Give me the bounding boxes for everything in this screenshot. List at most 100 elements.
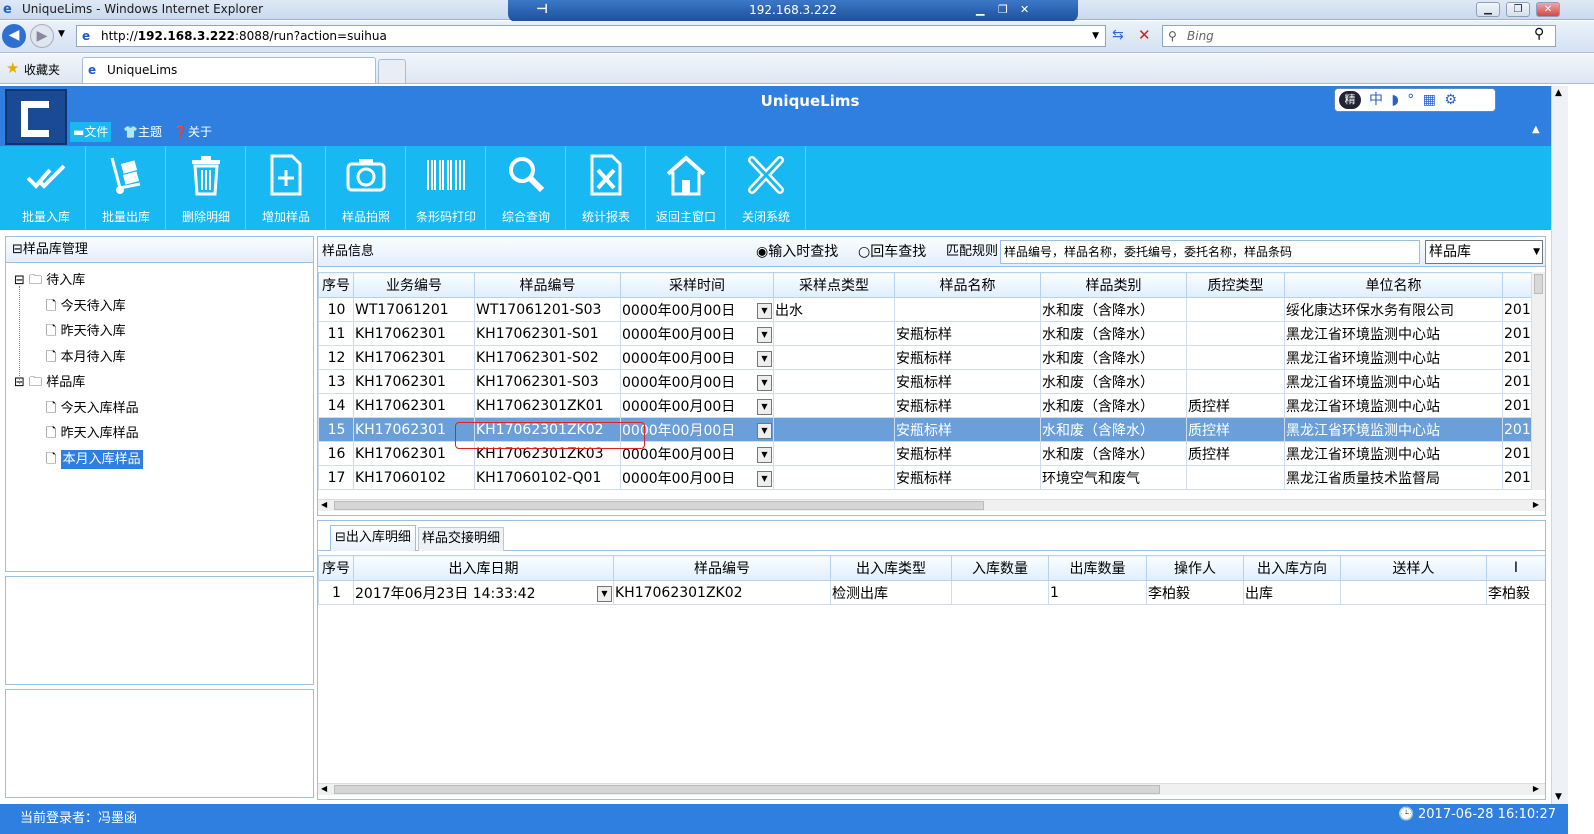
- hscroll-thumb[interactable]: [334, 501, 984, 510]
- detail-col-header[interactable]: 序号: [318, 555, 354, 581]
- scroll-right-icon[interactable]: ▶: [1533, 784, 1539, 793]
- url-field[interactable]: e http://192.168.3.222:8088/run?action=s…: [76, 25, 1106, 47]
- detail-col-header[interactable]: 送样人: [1340, 555, 1487, 581]
- tree-item-month-pending[interactable]: 🗋 本月待入库: [46, 347, 126, 369]
- menu-theme[interactable]: 👕主题: [120, 122, 165, 142]
- tree-item-yesterday-in[interactable]: 🗋 昨天入库样品: [46, 423, 139, 445]
- batch-out-button[interactable]: 批量出库: [86, 146, 166, 230]
- sample-col-header[interactable]: 样品编号: [474, 272, 621, 298]
- file-icon: 🗋: [46, 401, 57, 416]
- sample-col-header[interactable]: 采样点类型: [773, 272, 895, 298]
- match-rule-input[interactable]: 样品编号，样品名称，委托编号，委托名称，样品条码: [1000, 240, 1420, 264]
- barcode-print-button[interactable]: 条形码打印: [406, 146, 486, 230]
- detail-col-header[interactable]: 样品编号: [613, 555, 831, 581]
- radio-enter-search[interactable]: ○回车查找: [858, 237, 926, 267]
- tree-label: 样品库: [46, 375, 86, 390]
- date-dropdown-icon[interactable]: ▼: [757, 374, 772, 391]
- detail-col-header[interactable]: 出库数量: [1048, 555, 1147, 581]
- search-go-icon[interactable]: ⚲: [1534, 26, 1544, 42]
- detail-col-header[interactable]: 出入库日期: [353, 555, 614, 581]
- query-button[interactable]: 综合查询: [486, 146, 566, 230]
- date-dropdown-icon[interactable]: ▼: [757, 470, 772, 487]
- tree-folder-pending[interactable]: ⊟ 🗀 待入库: [14, 270, 85, 292]
- sample-col-header[interactable]: 业务编号: [353, 272, 475, 298]
- report-button[interactable]: 统计报表: [566, 146, 646, 230]
- radio-input-search[interactable]: ◉输入时查找: [756, 237, 838, 267]
- close-system-button[interactable]: 关闭系统: [726, 146, 806, 230]
- tree-item-today-in[interactable]: 🗋 今天入库样品: [46, 398, 139, 420]
- date-dropdown-icon[interactable]: ▼: [597, 585, 612, 602]
- restore-button[interactable]: ❐: [1506, 2, 1530, 17]
- date-dropdown-icon[interactable]: ▼: [757, 350, 772, 367]
- sample-col-header[interactable]: 采样时间: [620, 272, 774, 298]
- home-button[interactable]: 返回主窗口: [646, 146, 726, 230]
- tab-title: UniqueLims: [107, 63, 178, 77]
- browser-vscroll[interactable]: ▲ ▼: [1551, 86, 1568, 804]
- rdp-restore-icon[interactable]: ❐: [998, 3, 1008, 16]
- tree-folder-library[interactable]: ⊟ 🗀 样品库: [14, 372, 85, 394]
- add-sample-button[interactable]: 增加样品: [246, 146, 326, 230]
- detail-col-header[interactable]: 出入库类型: [830, 555, 952, 581]
- date-dropdown-icon[interactable]: ▼: [757, 398, 772, 415]
- table-row[interactable]: 13 KH17062301 KH17062301-S03 0000年00月00日 ▼ 安瓶…: [318, 369, 1539, 394]
- new-tab-button[interactable]: [378, 59, 406, 83]
- sample-vscroll[interactable]: [1531, 272, 1545, 490]
- history-dropdown-icon[interactable]: ▼: [58, 29, 65, 39]
- table-row[interactable]: 14 KH17062301 KH17062301ZK01 0000年00月00日 ▼ 安瓶…: [318, 393, 1539, 418]
- back-button[interactable]: ◀: [2, 24, 26, 48]
- detail-col-header[interactable]: 入库数量: [951, 555, 1049, 581]
- tab-inout-detail[interactable]: ⊟出入库明细: [330, 525, 416, 551]
- hscroll-thumb[interactable]: [334, 785, 1160, 794]
- batch-in-button[interactable]: 批量入库: [6, 146, 86, 230]
- date-dropdown-icon[interactable]: ▼: [757, 326, 772, 343]
- library-select[interactable]: 样品库 ▼: [1425, 240, 1543, 264]
- close-window-button[interactable]: ✕: [1536, 2, 1560, 17]
- sample-col-header[interactable]: 序号: [318, 272, 354, 298]
- table-row[interactable]: 12 KH17062301 KH17062301-S02 0000年00月00日 ▼ 安瓶…: [318, 345, 1539, 370]
- detail-col-header[interactable]: 出入库方向: [1243, 555, 1341, 581]
- rdp-minimize-icon[interactable]: ▁: [976, 3, 984, 16]
- detail-col-header[interactable]: 操作人: [1146, 555, 1244, 581]
- table-row[interactable]: 1 2017年06月23日 14:33:42 ▼ KH17062301ZK02 检测出库…: [318, 580, 1545, 605]
- date-dropdown-icon[interactable]: ▼: [757, 446, 772, 463]
- favorites-label[interactable]: 收藏夹: [24, 61, 60, 78]
- tab-handover-detail[interactable]: 样品交接明细: [418, 527, 505, 551]
- delete-detail-button[interactable]: 删除明细: [166, 146, 246, 230]
- vscroll-thumb[interactable]: [1534, 274, 1543, 294]
- scroll-up-icon[interactable]: ▲: [1555, 88, 1562, 98]
- scroll-left-icon[interactable]: ◀: [321, 784, 327, 793]
- minimize-button[interactable]: ▁: [1476, 2, 1500, 17]
- address-bar: ◀ ▶ ▼ e http://192.168.3.222:8088/run?ac…: [0, 21, 1594, 53]
- date-dropdown-icon[interactable]: ▼: [757, 422, 772, 439]
- scroll-left-icon[interactable]: ◀: [321, 500, 327, 509]
- rdp-close-icon[interactable]: ✕: [1020, 3, 1029, 16]
- detail-col-header[interactable]: I: [1486, 555, 1545, 581]
- tree-item-yesterday-pending[interactable]: 🗋 昨天待入库: [46, 321, 126, 343]
- sample-col-header[interactable]: 单位名称: [1284, 272, 1503, 298]
- scroll-down-icon[interactable]: ▼: [1555, 792, 1562, 802]
- menu-about[interactable]: ❓关于: [170, 122, 215, 142]
- search-input[interactable]: ⚲ Bing: [1162, 25, 1556, 47]
- scroll-right-icon[interactable]: ▶: [1533, 500, 1539, 509]
- tree-item-today-pending[interactable]: 🗋 今天待入库: [46, 296, 126, 318]
- table-row[interactable]: 10 WT17061201 WT17061201-S03 0000年00月00日 ▼ 出水…: [318, 297, 1539, 322]
- collapse-ribbon-icon[interactable]: ▲: [1532, 124, 1540, 135]
- batch-in-label: 批量入库: [21, 210, 70, 224]
- tree-item-month-in[interactable]: 🗋 本月入库样品: [46, 449, 143, 471]
- browser-tab[interactable]: e UniqueLims: [82, 57, 376, 83]
- table-row[interactable]: 17 KH17060102 KH17060102-Q01 0000年00月00日 ▼ 安瓶…: [318, 465, 1539, 490]
- stop-icon[interactable]: ✕: [1138, 26, 1151, 44]
- sample-col-header[interactable]: 质控类型: [1186, 272, 1285, 298]
- sample-col-header[interactable]: 样品名称: [894, 272, 1041, 298]
- url-dropdown-icon[interactable]: ▼: [1092, 26, 1099, 46]
- forward-button[interactable]: ▶: [30, 24, 54, 48]
- ime-toolbar[interactable]: 精 中 ◗ ° ▦ ⚙: [1334, 88, 1496, 112]
- detail-hscroll[interactable]: ◀ ▶: [318, 783, 1545, 795]
- table-row[interactable]: 11 KH17062301 KH17062301-S01 0000年00月00日 ▼ 安瓶…: [318, 321, 1539, 346]
- sample-hscroll[interactable]: ◀ ▶: [318, 499, 1545, 511]
- sample-photo-button[interactable]: 样品拍照: [326, 146, 406, 230]
- refresh-icon[interactable]: ⇆: [1112, 27, 1124, 43]
- date-dropdown-icon[interactable]: ▼: [757, 302, 772, 319]
- menu-file[interactable]: ▬文件: [70, 122, 112, 142]
- sample-col-header[interactable]: 样品类别: [1040, 272, 1187, 298]
